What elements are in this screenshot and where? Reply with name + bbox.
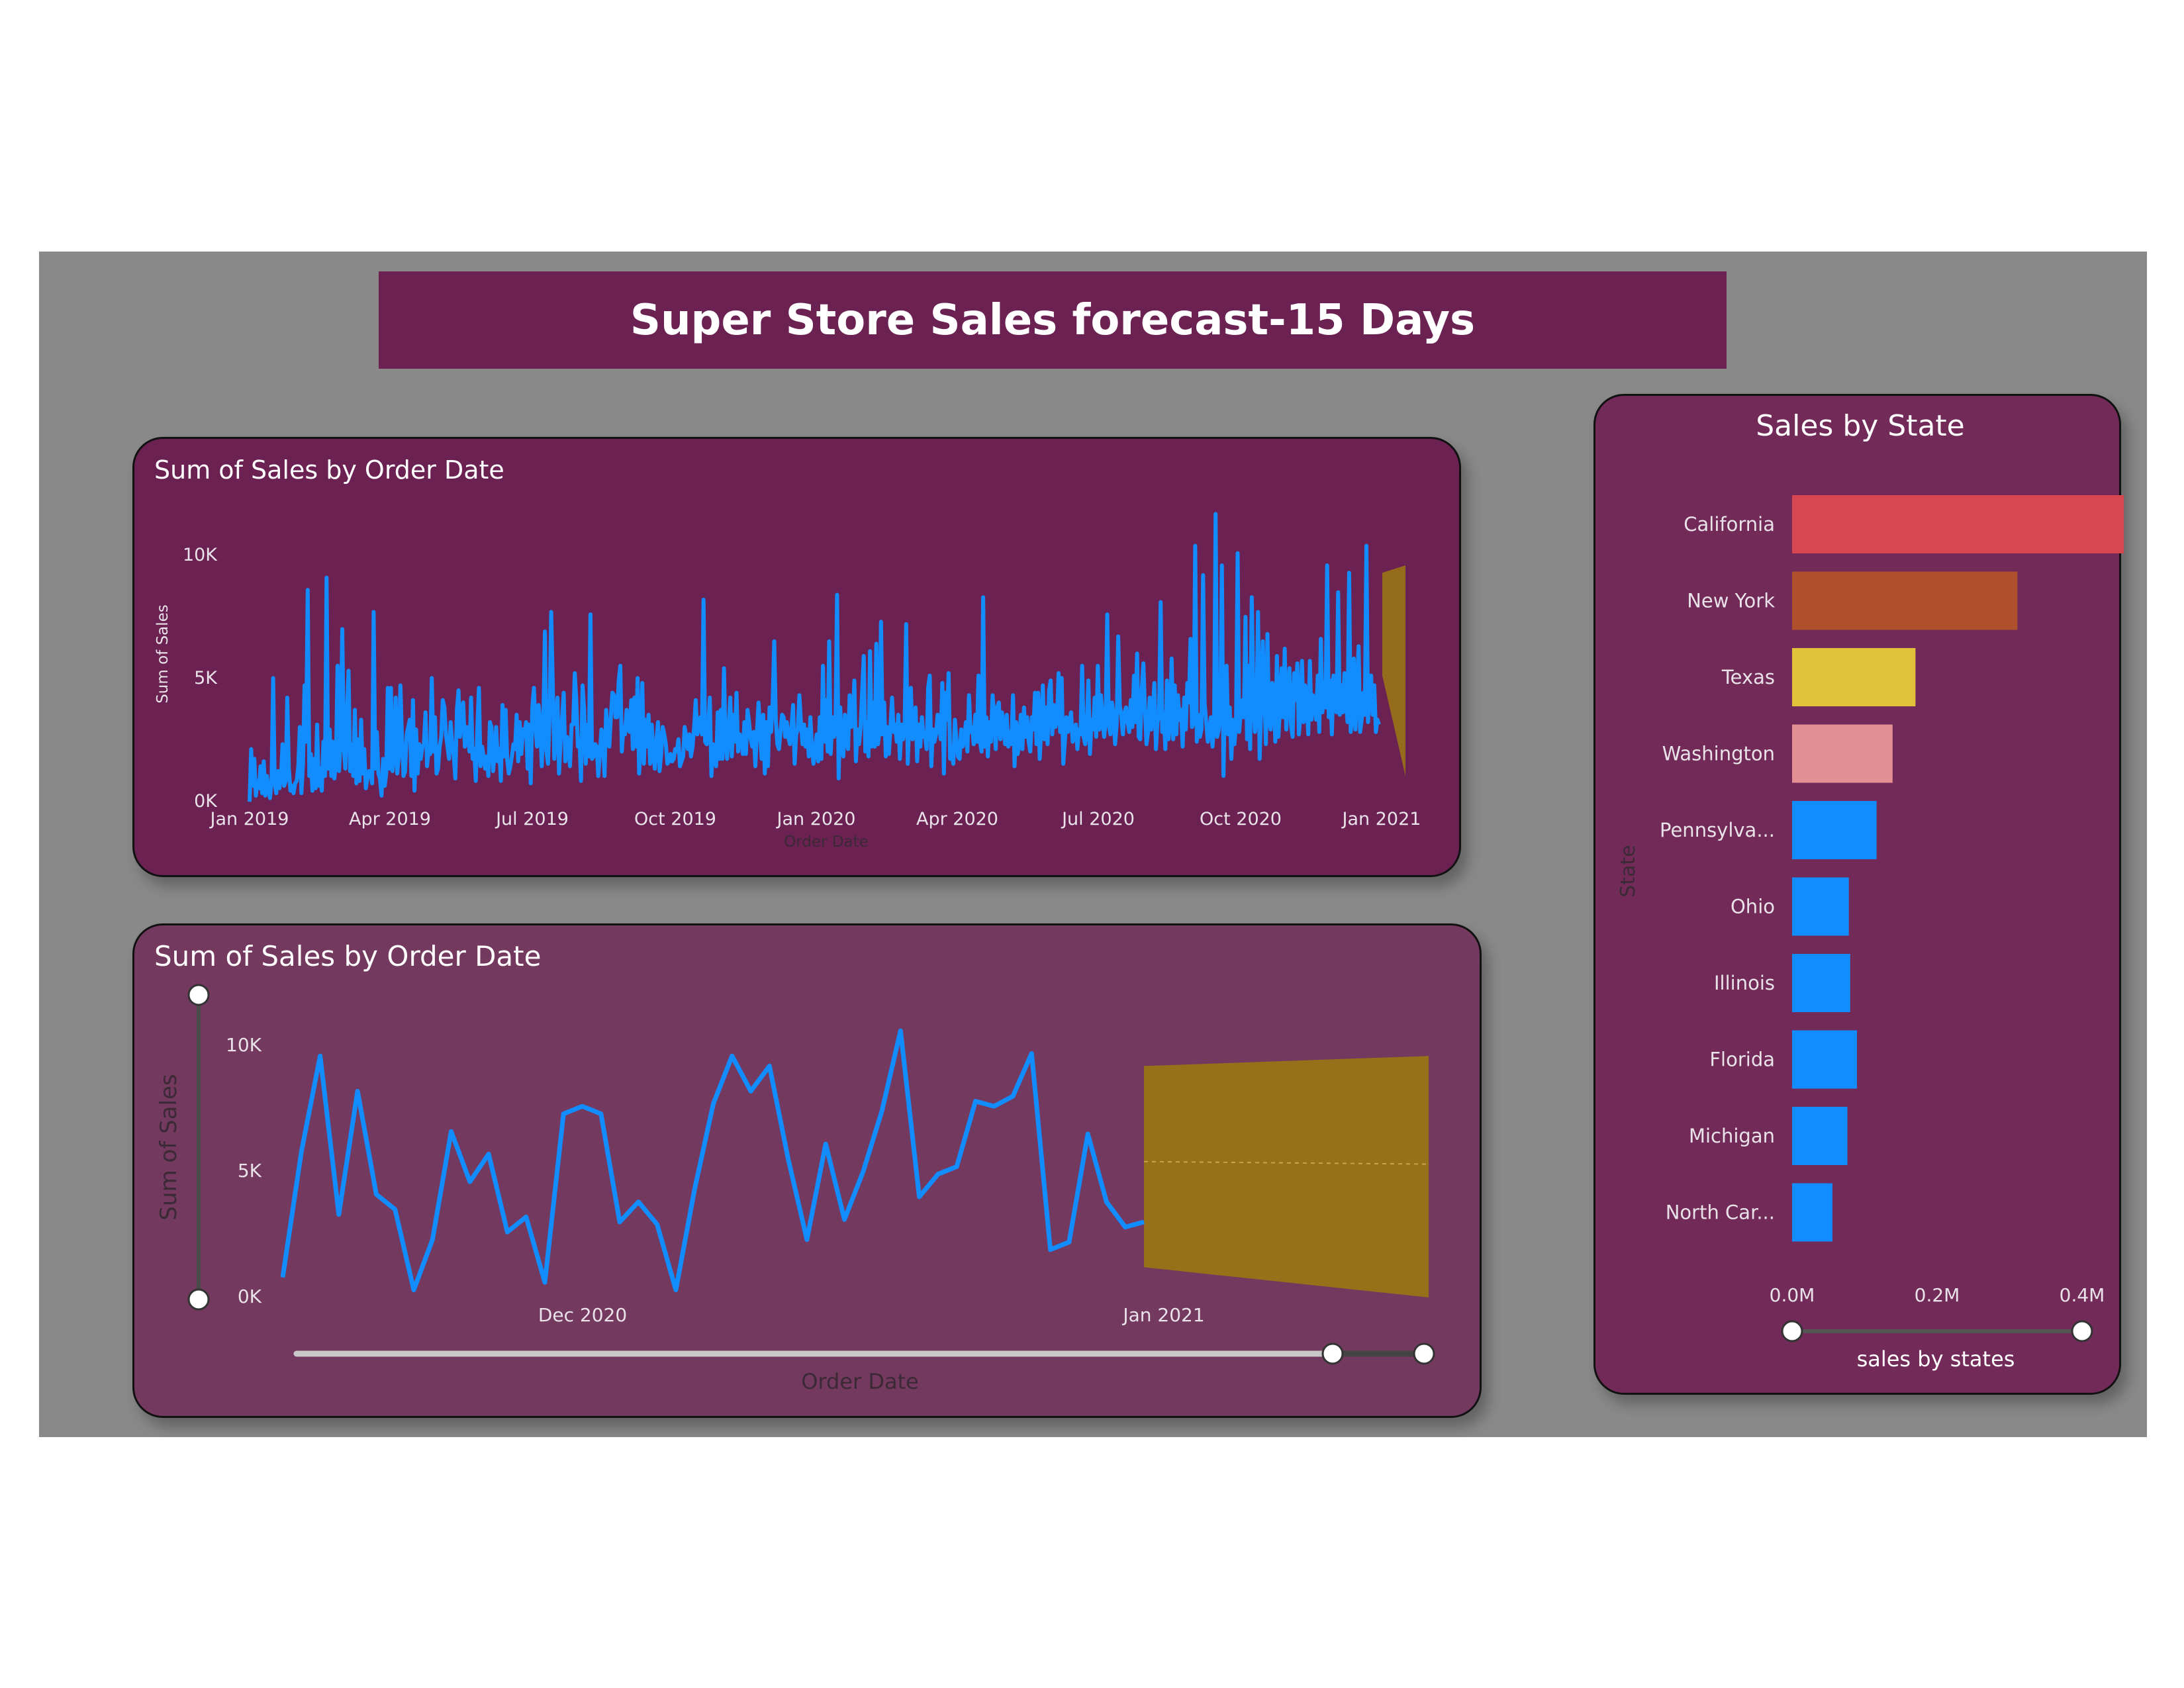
x-tick-label: Dec 2020: [538, 1304, 627, 1326]
x-tick-label: Oct 2019: [634, 809, 716, 829]
bar-washington[interactable]: [1792, 724, 1893, 783]
bar-florida[interactable]: [1792, 1030, 1857, 1089]
x-tick-label: Jan 2021: [1341, 809, 1421, 829]
bars-group: California New York Texas Washington Pennsyl…: [1660, 495, 2124, 1242]
x-axis-title: sales by states: [1857, 1346, 2015, 1372]
report-title: Super Store Sales forecast-15 Days: [630, 295, 1476, 345]
y-slider-handle-top[interactable]: [187, 984, 210, 1006]
y-tick-label: 10K: [226, 1034, 262, 1056]
category-label: Pennsylva...: [1660, 819, 1775, 841]
x-tick-label: Jan 2020: [776, 809, 856, 829]
x-tick-label: Jul 2019: [495, 809, 569, 829]
y-tick-label: 5K: [238, 1160, 262, 1182]
y-axis-title: Sum of Sales: [154, 604, 171, 704]
y-axis-title: Sum of Sales: [156, 1074, 182, 1220]
x-tick-label: Jan 2019: [209, 809, 289, 829]
x-slider-handle-right[interactable]: [2071, 1320, 2093, 1342]
sales-series-line[interactable]: [248, 512, 1381, 802]
y-axis-title: State: [1617, 845, 1640, 897]
bar-california[interactable]: [1792, 495, 2124, 553]
forecast-band-area: [1144, 1056, 1429, 1297]
x-tick-label: Apr 2019: [349, 809, 431, 829]
category-label: Washington: [1662, 743, 1775, 765]
bar-new-york[interactable]: [1792, 571, 2018, 630]
bar-illinois[interactable]: [1792, 954, 1850, 1012]
x-axis-title: Order Date: [801, 1369, 919, 1394]
forecast-band: [1382, 565, 1405, 776]
sales-series-line[interactable]: [280, 1028, 1145, 1293]
bar-north-car-[interactable]: [1792, 1183, 1832, 1242]
x-tick-label: Apr 2020: [916, 809, 998, 829]
line-chart-full-range[interactable]: Sum of Sales by Order Date 10K 5K 0K Sum…: [134, 439, 1459, 875]
y-tick-label: 0K: [238, 1286, 262, 1307]
category-label: New York: [1687, 590, 1775, 612]
category-label: Michigan: [1689, 1125, 1775, 1147]
bar-ohio[interactable]: [1792, 877, 1849, 936]
chart-card-full-range[interactable]: Sum of Sales by Order Date 10K 5K 0K Sum…: [132, 437, 1461, 877]
x-tick-label: Oct 2020: [1200, 809, 1282, 829]
chart-card-zoomed[interactable]: Sum of Sales by Order Date Sum of Sales …: [132, 923, 1482, 1418]
forecast-band: [1143, 1056, 1429, 1297]
category-label: Ohio: [1731, 896, 1775, 918]
x-slider-handle-left[interactable]: [1781, 1320, 1803, 1342]
x-axis-title: Order Date: [784, 833, 869, 851]
x-tick-label: 0.2M: [1915, 1284, 1960, 1306]
y-tick-label: 5K: [194, 668, 218, 688]
chart-card-sales-by-state[interactable]: Sales by State State California New York T…: [1593, 394, 2124, 1395]
x-tick-label: 0.4M: [2060, 1284, 2105, 1306]
x-slider-handle-right[interactable]: [1413, 1342, 1435, 1365]
category-label: Illinois: [1714, 972, 1775, 994]
x-tick-label: Jul 2020: [1061, 809, 1135, 829]
category-label: California: [1684, 513, 1775, 536]
chart-title: Sum of Sales by Order Date: [154, 455, 504, 485]
chart-title: Sum of Sales by Order Date: [154, 940, 541, 972]
x-tick-label: Jan 2021: [1121, 1304, 1204, 1326]
line-chart-zoomed[interactable]: Sum of Sales by Order Date Sum of Sales …: [134, 925, 1480, 1416]
x-tick-label: 0.0M: [1770, 1284, 1815, 1306]
bar-pennsylva-[interactable]: [1792, 801, 1877, 859]
chart-title: Sales by State: [1756, 409, 1965, 443]
bar-michigan[interactable]: [1792, 1107, 1848, 1165]
y-slider-handle-bottom[interactable]: [187, 1288, 210, 1311]
category-label: Texas: [1721, 666, 1775, 688]
category-label: Florida: [1709, 1049, 1775, 1071]
category-label: North Car...: [1666, 1201, 1775, 1224]
forecast-band-area: [1382, 565, 1405, 776]
bar-chart-sales-by-state[interactable]: Sales by State State California New York T…: [1595, 396, 2124, 1393]
title-banner: Super Store Sales forecast-15 Days: [379, 271, 1727, 369]
y-tick-label: 10K: [183, 545, 218, 565]
x-slider-handle-left[interactable]: [1321, 1342, 1344, 1365]
bar-texas[interactable]: [1792, 648, 1916, 706]
